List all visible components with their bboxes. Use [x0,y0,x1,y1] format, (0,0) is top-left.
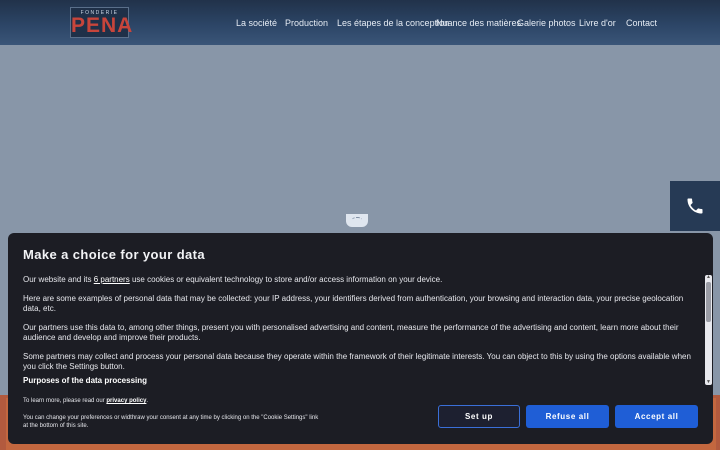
learn-suffix: . [146,398,149,404]
consent-scrollbar[interactable]: ▲ ▼ [705,275,712,385]
intro-prefix: Our website and its [23,275,94,284]
refuse-all-button[interactable]: Refuse all [526,405,609,428]
nav-item-matieres[interactable]: Nuance des matières [436,18,521,28]
set-up-button[interactable]: Set up [438,405,520,428]
intro-suffix: use cookies or equivalent technology to … [129,275,443,284]
nav-item-societe[interactable]: La société [236,18,277,28]
nav-item-conception[interactable]: Les étapes de la conception [337,18,449,28]
nav-item-production[interactable]: Production [285,18,328,28]
loading-indicator-icon [346,214,368,227]
learn-prefix: To learn more, please read our [23,398,107,404]
nav-item-livre-or[interactable]: Livre d'or [579,18,616,28]
consent-title: Make a choice for your data [23,247,206,262]
change-preferences-text: You can change your preferences or width… [23,415,319,429]
site-header: FONDERIE PENA La société Production Les … [0,0,720,45]
nav-item-contact[interactable]: Contact [626,18,657,28]
phone-button[interactable] [670,181,720,231]
learn-more-text: To learn more, please read our privacy p… [23,398,148,404]
consent-body: Our website and its 6 partners use cooki… [23,275,691,381]
consent-examples: Here are some examples of personal data … [23,294,684,313]
cookie-consent-dialog: Make a choice for your data Our website … [8,233,713,444]
consent-partners-use: Our partners use this data to, among oth… [23,323,679,342]
nav-item-galerie[interactable]: Galerie photos [517,18,576,28]
phone-icon [687,198,703,214]
accept-all-button[interactable]: Accept all [615,405,698,428]
scrollbar-thumb[interactable] [706,282,711,322]
purposes-heading: Purposes of the data processing [23,376,148,385]
site-logo[interactable]: FONDERIE PENA [70,7,134,38]
partners-link[interactable]: 6 partners [94,275,130,284]
consent-legitimate: Some partners may collect and process yo… [23,352,691,371]
scroll-down-arrow-icon[interactable]: ▼ [706,380,711,385]
privacy-policy-link[interactable]: privacy policy [106,398,146,404]
logo-word: PENA [71,14,134,37]
consent-intro: Our website and its 6 partners use cooki… [23,275,691,285]
scroll-up-arrow-icon[interactable]: ▲ [706,275,711,280]
